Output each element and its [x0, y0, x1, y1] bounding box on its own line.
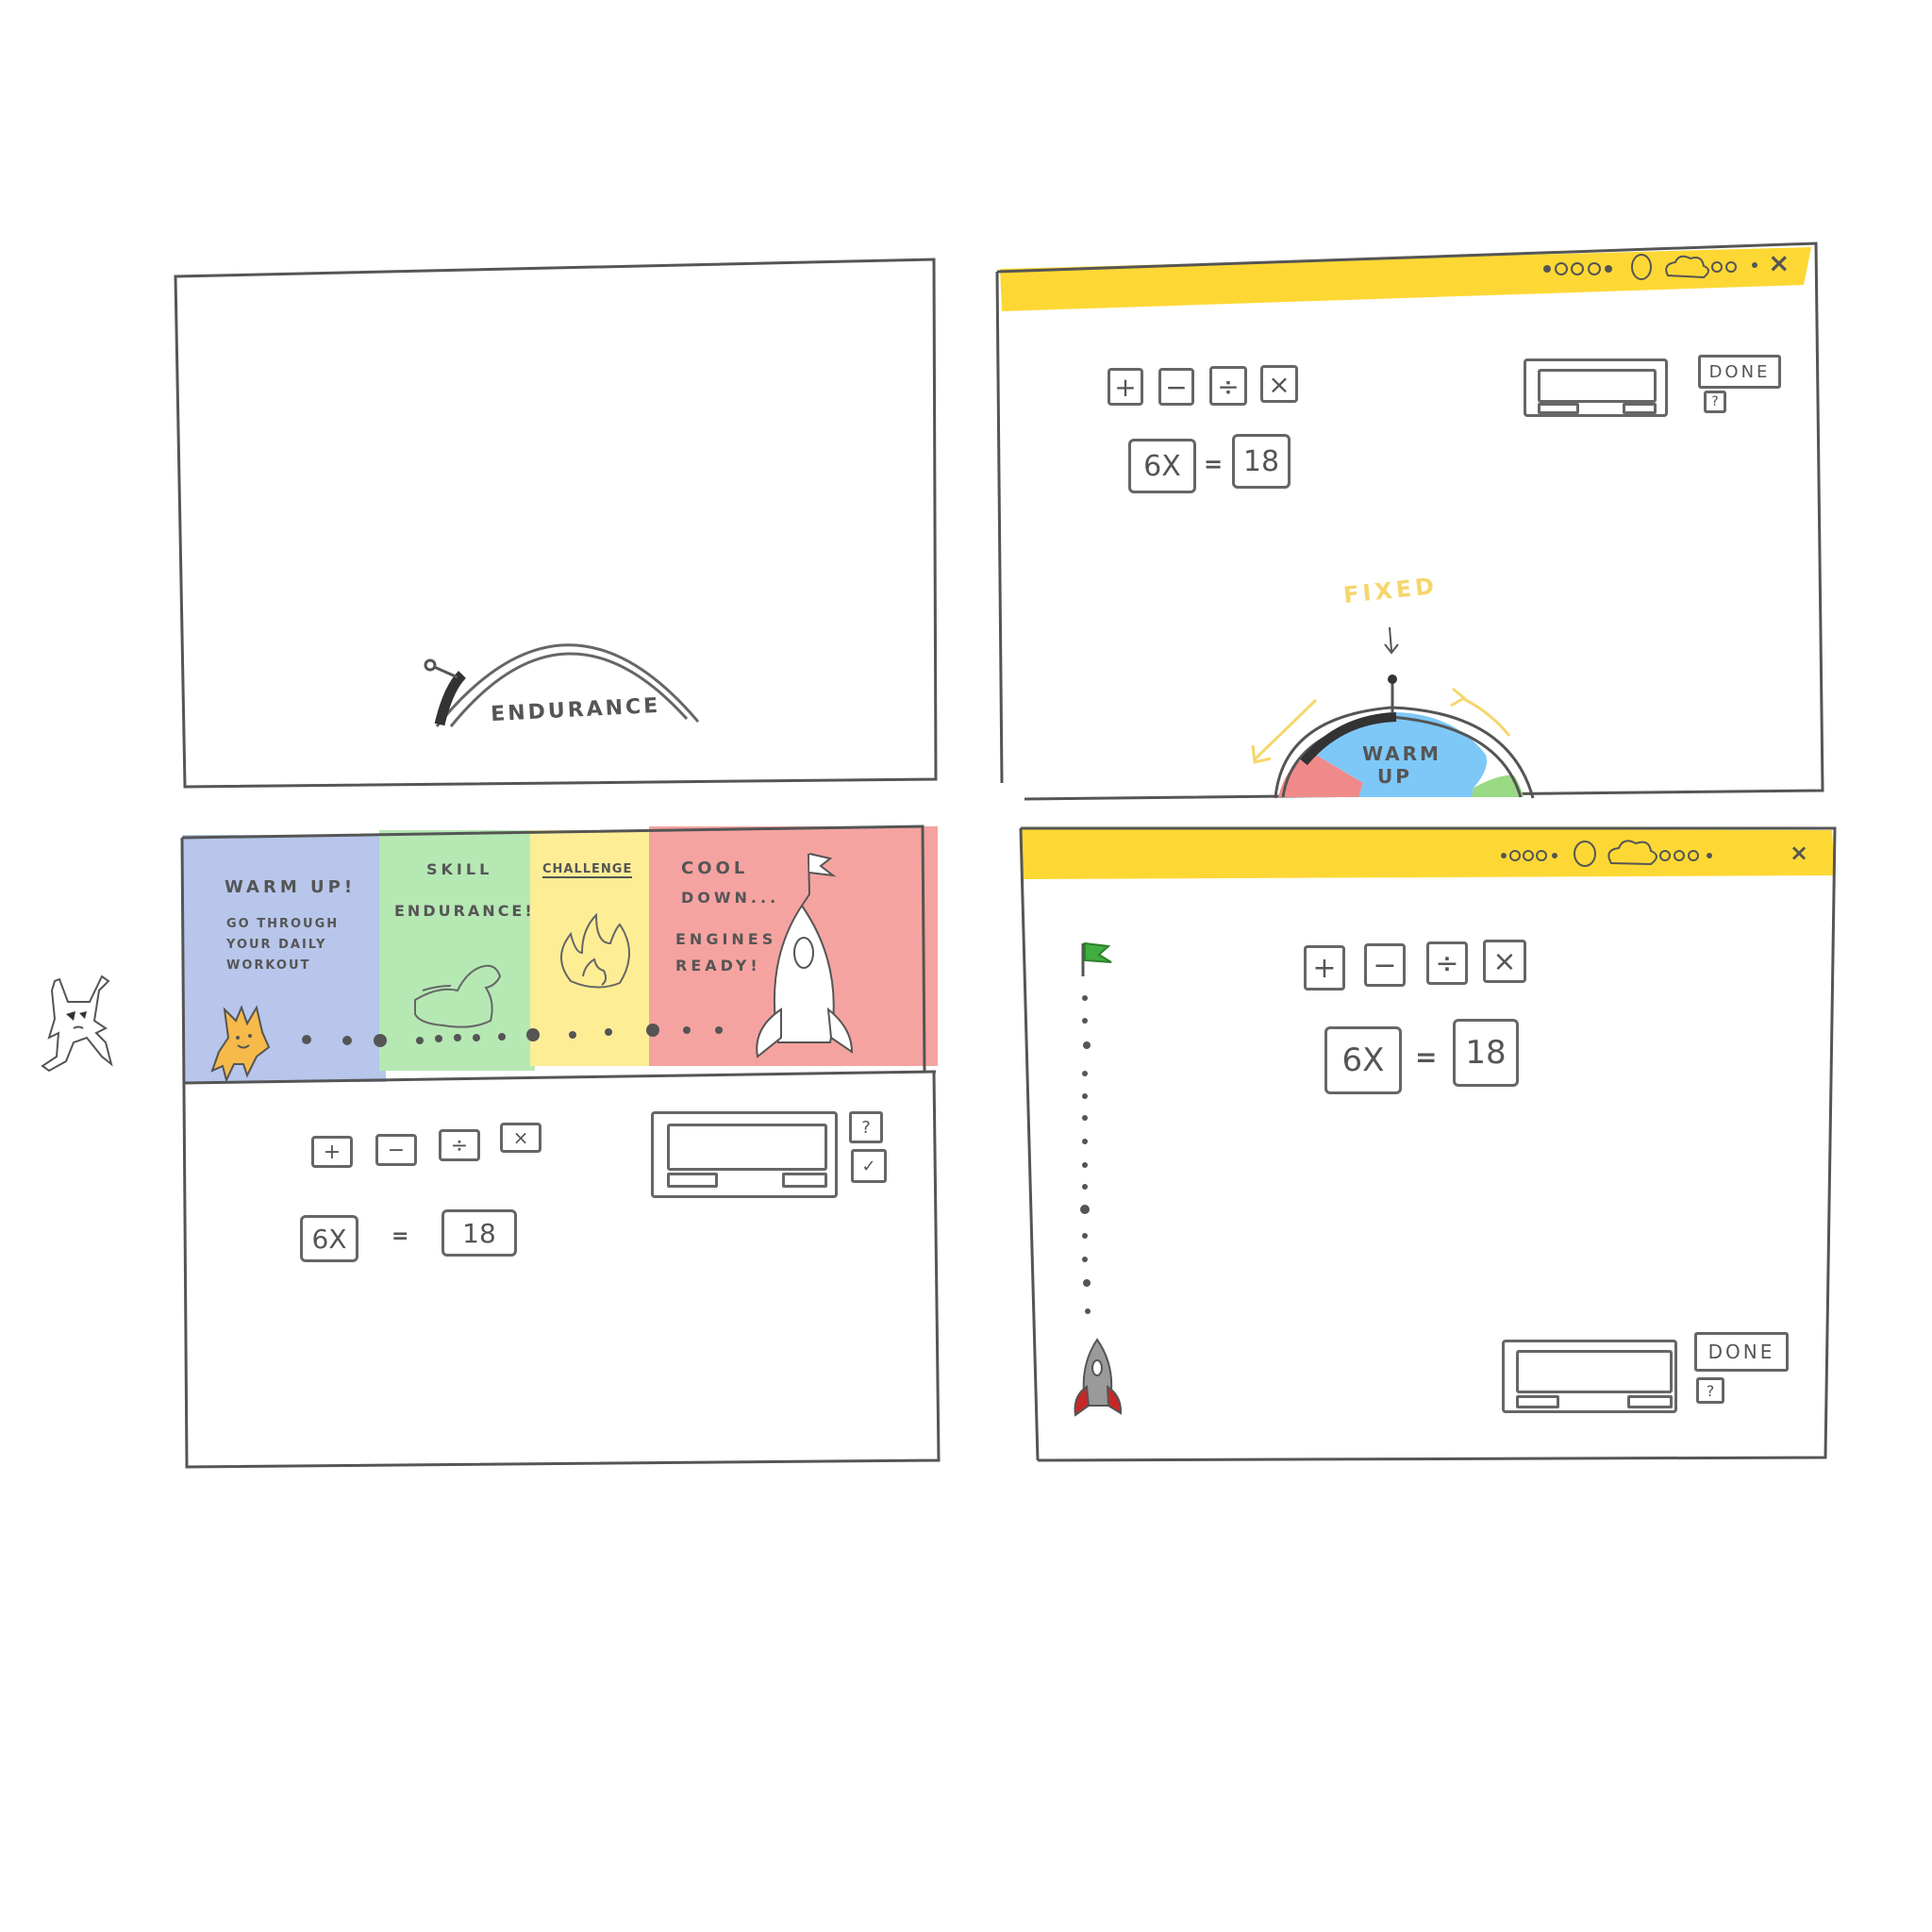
panel4-equation-left[interactable]: 6X — [1324, 1026, 1402, 1094]
panel4-equation-right[interactable]: 18 — [1453, 1019, 1519, 1087]
panel4-window — [1019, 826, 1837, 1462]
vertical-progress-dots — [1080, 995, 1091, 1314]
panel4-help-button[interactable]: ? — [1696, 1377, 1724, 1404]
panel4-plus-button[interactable]: + — [1304, 945, 1345, 991]
panel4-multiply-button[interactable]: × — [1483, 940, 1526, 983]
panel4-answer-display[interactable] — [1502, 1340, 1677, 1413]
panel4-equals-sign: = — [1415, 1041, 1441, 1073]
panel4-close-icon[interactable]: × — [1790, 840, 1812, 866]
panel4-done-button[interactable]: DONE — [1694, 1332, 1789, 1372]
flag-icon — [1081, 941, 1112, 976]
small-rocket-icon — [1074, 1338, 1123, 1417]
panel4-divide-button[interactable]: ÷ — [1426, 941, 1468, 985]
panel4-minus-button[interactable]: − — [1364, 943, 1406, 987]
